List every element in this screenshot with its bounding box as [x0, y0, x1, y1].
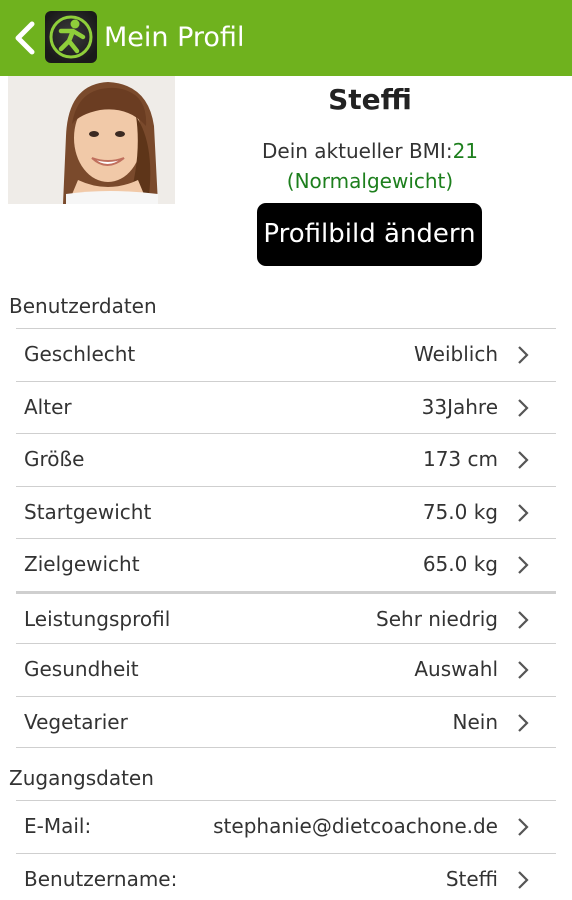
- row-vegetarian[interactable]: Vegetarier Nein: [16, 695, 556, 748]
- chevron-right-icon: [518, 503, 529, 522]
- row-label: E-Mail:: [24, 814, 92, 838]
- row-label: Leistungsprofil: [24, 606, 171, 631]
- row-value: 65.0 kg: [422, 552, 498, 576]
- row-value: Steffi: [445, 866, 498, 891]
- row-username[interactable]: Benutzername: Steffi: [16, 852, 556, 900]
- row-value: Nein: [452, 709, 499, 734]
- section-title-user-data: Benutzerdaten: [9, 294, 157, 318]
- row-label: Geschlecht: [24, 342, 136, 366]
- row-label: Benutzername:: [24, 866, 178, 891]
- bmi-label: Dein aktueller BMI:: [261, 139, 453, 163]
- row-age[interactable]: Alter 33Jahre: [16, 380, 556, 434]
- row-value: Auswahl: [414, 657, 498, 681]
- chevron-right-icon: [518, 610, 529, 629]
- chevron-right-icon: [518, 818, 529, 836]
- chevron-right-icon: [518, 398, 529, 417]
- chevron-left-icon: [15, 21, 35, 55]
- row-value: Sehr niedrig: [376, 606, 498, 631]
- chevron-right-icon: [518, 346, 529, 364]
- row-label: Gesundheit: [24, 657, 139, 681]
- bmi-value: 21: [452, 139, 479, 163]
- chevron-right-icon: [518, 713, 529, 732]
- row-label: Vegetarier: [24, 709, 128, 734]
- row-gender[interactable]: Geschlecht Weiblich: [16, 328, 556, 381]
- profile-name: Steffi: [328, 83, 412, 116]
- row-email[interactable]: E-Mail: stephanie@dietcoachone.de: [16, 800, 556, 853]
- chevron-right-icon: [518, 556, 529, 574]
- row-start-weight[interactable]: Startgewicht 75.0 kg: [16, 485, 556, 539]
- row-target-weight[interactable]: Zielgewicht 65.0 kg: [16, 538, 556, 591]
- row-value: Weiblich: [414, 342, 498, 366]
- row-label: Größe: [24, 447, 85, 471]
- row-label: Zielgewicht: [24, 552, 140, 576]
- row-value: stephanie@dietcoachone.de: [213, 814, 498, 838]
- bmi-status: (Normalgewicht): [286, 169, 454, 193]
- row-value: 33Jahre: [421, 394, 498, 419]
- chevron-right-icon: [518, 451, 529, 469]
- row-value: 173 cm: [422, 447, 498, 471]
- section-title-access-data: Zugangsdaten: [9, 766, 154, 790]
- chevron-right-icon: [518, 870, 529, 889]
- app-bar: Mein Profil: [0, 0, 572, 76]
- avatar: [8, 76, 175, 204]
- row-health[interactable]: Gesundheit Auswahl: [16, 643, 556, 696]
- page-title: Mein Profil: [104, 22, 245, 53]
- row-height[interactable]: Größe 173 cm: [16, 433, 556, 486]
- row-value: 75.0 kg: [422, 499, 498, 524]
- back-button[interactable]: [10, 18, 42, 58]
- row-label: Alter: [24, 394, 72, 419]
- access-data-list: E-Mail: stephanie@dietcoachone.de Benutz…: [16, 800, 556, 900]
- bmi-line: Dein aktueller BMI:21: [190, 138, 550, 164]
- change-profile-picture-button[interactable]: Profilbild ändern: [257, 203, 482, 266]
- row-label: Startgewicht: [24, 499, 152, 524]
- row-activity-profile[interactable]: Leistungsprofil Sehr niedrig: [16, 590, 556, 644]
- runner-logo-icon: [45, 11, 97, 63]
- chevron-right-icon: [518, 661, 529, 679]
- user-data-list: Geschlecht Weiblich Alter 33Jahre Größe …: [16, 328, 556, 748]
